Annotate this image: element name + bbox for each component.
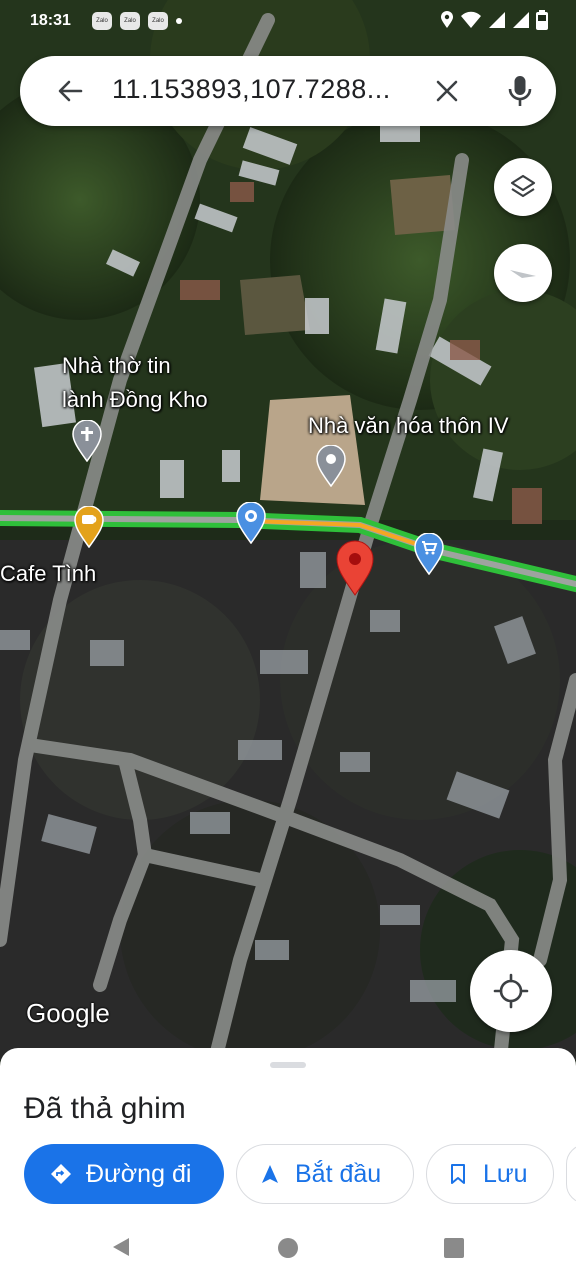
location-icon [441, 11, 453, 28]
dropped-pin-icon[interactable] [335, 540, 375, 596]
start-label: Bắt đầu [295, 1159, 382, 1188]
church-label-line1[interactable]: Nhà thờ tin [62, 352, 171, 379]
wifi-icon [461, 11, 481, 28]
satellite-map[interactable]: Nhà thờ tin lành Đồng Kho Nhà văn hóa th… [0, 0, 576, 1060]
compass-button[interactable] [494, 244, 552, 302]
zalo-notification-icon: Zalo [120, 12, 140, 30]
church-poi-icon[interactable] [72, 420, 102, 462]
battery-icon [536, 10, 548, 30]
signal-icon [489, 12, 505, 28]
church-label-line2[interactable]: lành Đồng Kho [62, 386, 208, 413]
layers-icon [510, 174, 536, 198]
search-bar[interactable]: 11.153893,107.7288... [20, 56, 556, 126]
cafe-poi-icon[interactable] [74, 506, 104, 548]
culture-house-label[interactable]: Nhà văn hóa thôn IV [308, 412, 509, 439]
directions-label: Đường đi [86, 1159, 192, 1188]
zalo-notification-icon: Zalo [148, 12, 168, 30]
search-input[interactable]: 11.153893,107.7288... [112, 74, 391, 105]
status-bar: 18:31 Zalo Zalo Zalo [0, 0, 576, 44]
action-chip-row: Đường đi Bắt đầu Lưu [24, 1144, 576, 1206]
directions-button[interactable]: Đường đi [24, 1144, 224, 1204]
status-time: 18:31 [30, 12, 71, 29]
my-location-button[interactable] [470, 950, 552, 1032]
recents-square-icon[interactable] [444, 1238, 464, 1258]
close-icon[interactable] [433, 77, 461, 105]
start-button[interactable]: Bắt đầu [236, 1144, 414, 1204]
microphone-icon[interactable] [506, 74, 534, 108]
more-notifications-dot [176, 18, 182, 24]
crosshair-icon [493, 973, 529, 1009]
layers-button[interactable] [494, 158, 552, 216]
directions-icon [51, 1164, 71, 1184]
maps-app-screen: Nhà thờ tin lành Đồng Kho Nhà văn hóa th… [0, 0, 576, 1280]
zalo-notification-icon: Zalo [92, 12, 112, 30]
save-button[interactable]: Lưu [426, 1144, 554, 1204]
navigation-arrow-icon [262, 1165, 278, 1183]
system-navigation-bar [0, 1212, 576, 1280]
home-circle-icon[interactable] [278, 1238, 298, 1258]
bank-poi-icon[interactable] [236, 502, 266, 544]
compass-icon [510, 270, 536, 278]
arrow-left-icon[interactable] [56, 77, 84, 105]
google-attribution: Google [26, 998, 110, 1028]
more-actions-chip[interactable] [566, 1144, 576, 1204]
shopping-cart-poi-icon[interactable] [414, 533, 444, 575]
save-label: Lưu [483, 1159, 528, 1188]
bookmark-icon [451, 1164, 465, 1184]
culture-house-poi-icon[interactable] [316, 445, 346, 487]
dropped-pin-title: Đã thả ghim [24, 1092, 186, 1125]
cafe-label[interactable]: Cafe Tình [0, 560, 96, 587]
signal-icon [513, 12, 529, 28]
drag-handle[interactable] [270, 1062, 306, 1068]
back-triangle-icon[interactable] [110, 1236, 132, 1258]
status-icons [440, 10, 548, 30]
